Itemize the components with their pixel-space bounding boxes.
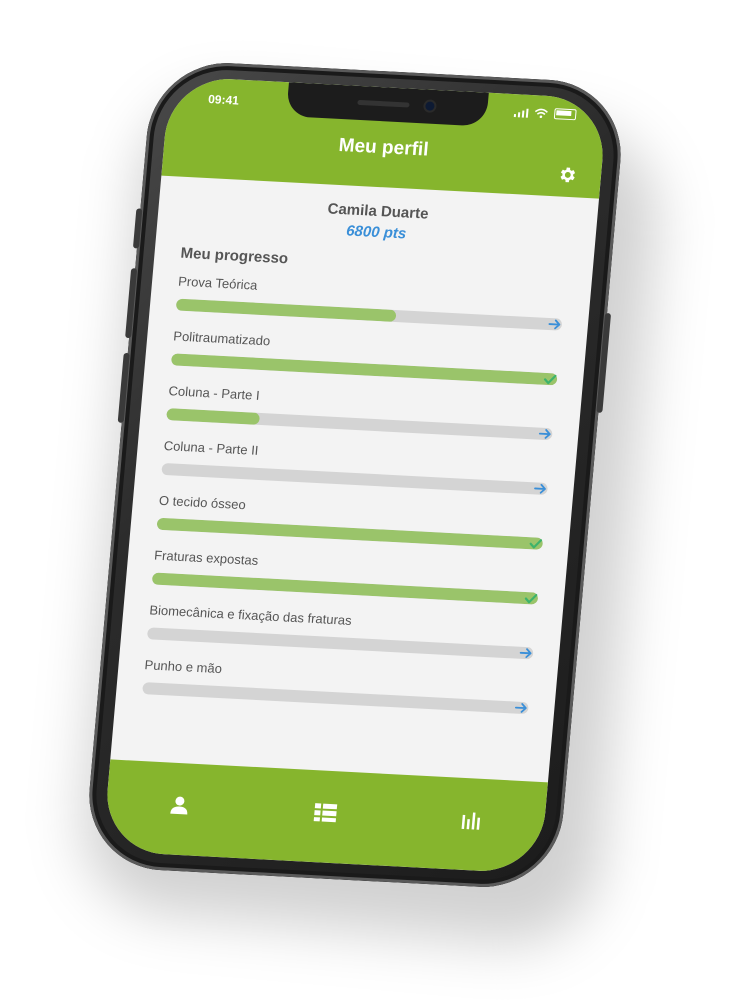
arrow-right-icon[interactable] — [533, 481, 548, 496]
phone-side-button — [132, 208, 143, 249]
progress-bar-fill — [175, 298, 397, 323]
phone-side-button — [125, 268, 138, 339]
arrow-right-icon[interactable] — [538, 427, 553, 442]
speaker — [357, 99, 410, 108]
phone-frame: 09:41 Meu perfil Camila Duarte 6800 pts … — [82, 59, 628, 891]
progress-item[interactable]: O tecido ósseo — [156, 493, 545, 550]
page-title: Meu perfil — [337, 134, 430, 161]
arrow-right-icon[interactable] — [514, 701, 529, 716]
status-time: 09:41 — [207, 92, 240, 108]
bottom-tab-bar — [102, 759, 548, 874]
arrow-right-icon[interactable] — [519, 646, 534, 661]
user-icon — [170, 796, 188, 815]
status-icons — [513, 106, 577, 121]
progress-bar-fill — [166, 408, 260, 425]
arrow-right-icon[interactable] — [547, 317, 562, 332]
phone-screen: 09:41 Meu perfil Camila Duarte 6800 pts … — [102, 76, 608, 874]
camera — [425, 101, 435, 111]
progress-item[interactable]: Prova Teórica — [175, 274, 565, 332]
progress-bar-fill — [161, 462, 163, 475]
profile-content: Camila Duarte 6800 pts Meu progresso Pro… — [116, 176, 599, 716]
mockup-stage: 09:41 Meu perfil Camila Duarte 6800 pts … — [0, 0, 746, 1000]
progress-item[interactable]: Punho e mão — [142, 657, 531, 716]
phone-side-button — [117, 352, 130, 423]
progress-item[interactable]: Coluna - Parte I — [166, 383, 555, 442]
tab-modules[interactable] — [304, 792, 347, 834]
tab-stats[interactable] — [450, 799, 493, 841]
gear-icon[interactable] — [556, 164, 578, 185]
check-icon — [524, 593, 538, 604]
progress-item[interactable]: Biomecânica e fixação das fraturas — [146, 602, 536, 661]
bar-chart-icon — [461, 812, 481, 830]
list-icon — [313, 803, 338, 823]
battery-icon — [553, 108, 577, 121]
tab-profile[interactable] — [158, 784, 201, 826]
check-icon — [529, 539, 543, 549]
progress-list: Prova Teórica Politraumatizado Coluna - Pa… — [142, 274, 564, 715]
progress-bar-fill — [146, 627, 148, 640]
wifi-icon — [534, 108, 548, 118]
progress-item[interactable]: Politraumatizado — [170, 328, 560, 386]
progress-bar-fill — [142, 682, 144, 695]
progress-item[interactable]: Fraturas expostas — [151, 548, 541, 605]
progress-item[interactable]: Coluna - Parte II — [161, 438, 550, 496]
signal-icon — [513, 107, 529, 118]
check-icon — [543, 374, 557, 385]
